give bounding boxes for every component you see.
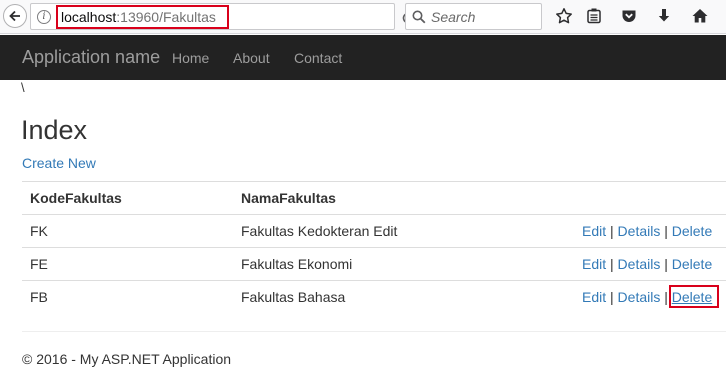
footer-divider (22, 331, 726, 332)
search-placeholder: Search (431, 9, 476, 25)
separator: | (664, 223, 668, 239)
delete-link-highlighted: Delete (668, 285, 719, 308)
edit-link[interactable]: Edit (582, 256, 606, 272)
url-text: localhost:13960/Fakultas (61, 9, 216, 25)
search-input[interactable]: Search (405, 3, 542, 30)
delete-highlight-box (668, 285, 719, 308)
header-nama-fakultas: NamaFakultas (241, 190, 336, 206)
details-link[interactable]: Details (618, 289, 661, 305)
reading-list-icon[interactable] (584, 6, 604, 26)
table-row: FE Fakultas Ekonomi Edit | Details | Del… (22, 247, 726, 280)
separator: | (610, 256, 614, 272)
kode-cell: FE (30, 256, 48, 272)
info-icon[interactable]: i (37, 10, 51, 24)
site-navbar: Application name Home About Contact (0, 35, 726, 80)
create-new-link[interactable]: Create New (22, 155, 96, 171)
nama-cell: Fakultas Kedokteran Edit (241, 223, 398, 239)
nav-link-contact[interactable]: Contact (294, 50, 342, 66)
download-icon[interactable] (654, 6, 674, 26)
star-icon[interactable] (554, 6, 574, 26)
nama-cell: Fakultas Bahasa (241, 289, 346, 305)
nav-link-about[interactable]: About (233, 50, 270, 66)
url-bar[interactable]: i localhost:13960/Fakultas (30, 3, 414, 30)
table-row: FB Fakultas Bahasa Edit | Details | Dele… (22, 280, 726, 313)
table-row: FK Fakultas Kedokteran Edit Edit | Detai… (22, 214, 726, 247)
nav-link-home[interactable]: Home (172, 50, 209, 66)
edit-link[interactable]: Edit (582, 289, 606, 305)
back-button[interactable] (3, 4, 27, 28)
page-title: Index (21, 115, 88, 145)
details-link[interactable]: Details (618, 223, 661, 239)
pocket-icon[interactable] (619, 6, 639, 26)
back-arrow-icon (9, 10, 20, 22)
header-kode-fakultas: KodeFakultas (30, 190, 122, 206)
kode-cell: FK (30, 223, 48, 239)
browser-toolbar: i localhost:13960/Fakultas Search (0, 0, 726, 34)
separator: | (664, 256, 668, 272)
footer-text: © 2016 - My ASP.NET Application (22, 351, 232, 367)
row-actions: Edit | Details | Delete (582, 223, 712, 239)
table-header-row: KodeFakultas NamaFakultas (22, 181, 726, 214)
row-actions: Edit | Details | Delete (582, 285, 719, 308)
edit-link[interactable]: Edit (582, 223, 606, 239)
brand-link[interactable]: Application name (22, 47, 160, 68)
home-icon[interactable] (690, 6, 710, 26)
delete-link[interactable]: Delete (672, 256, 712, 272)
url-path: :13960/Fakultas (116, 9, 216, 25)
stray-backslash: \ (21, 80, 25, 95)
delete-link[interactable]: Delete (672, 223, 712, 239)
search-icon (412, 10, 426, 24)
row-actions: Edit | Details | Delete (582, 256, 712, 272)
kode-cell: FB (30, 289, 48, 305)
url-host: localhost (61, 9, 117, 25)
nama-cell: Fakultas Ekonomi (241, 256, 353, 272)
details-link[interactable]: Details (618, 256, 661, 272)
separator: | (610, 289, 614, 305)
separator: | (664, 289, 668, 305)
separator: | (610, 223, 614, 239)
